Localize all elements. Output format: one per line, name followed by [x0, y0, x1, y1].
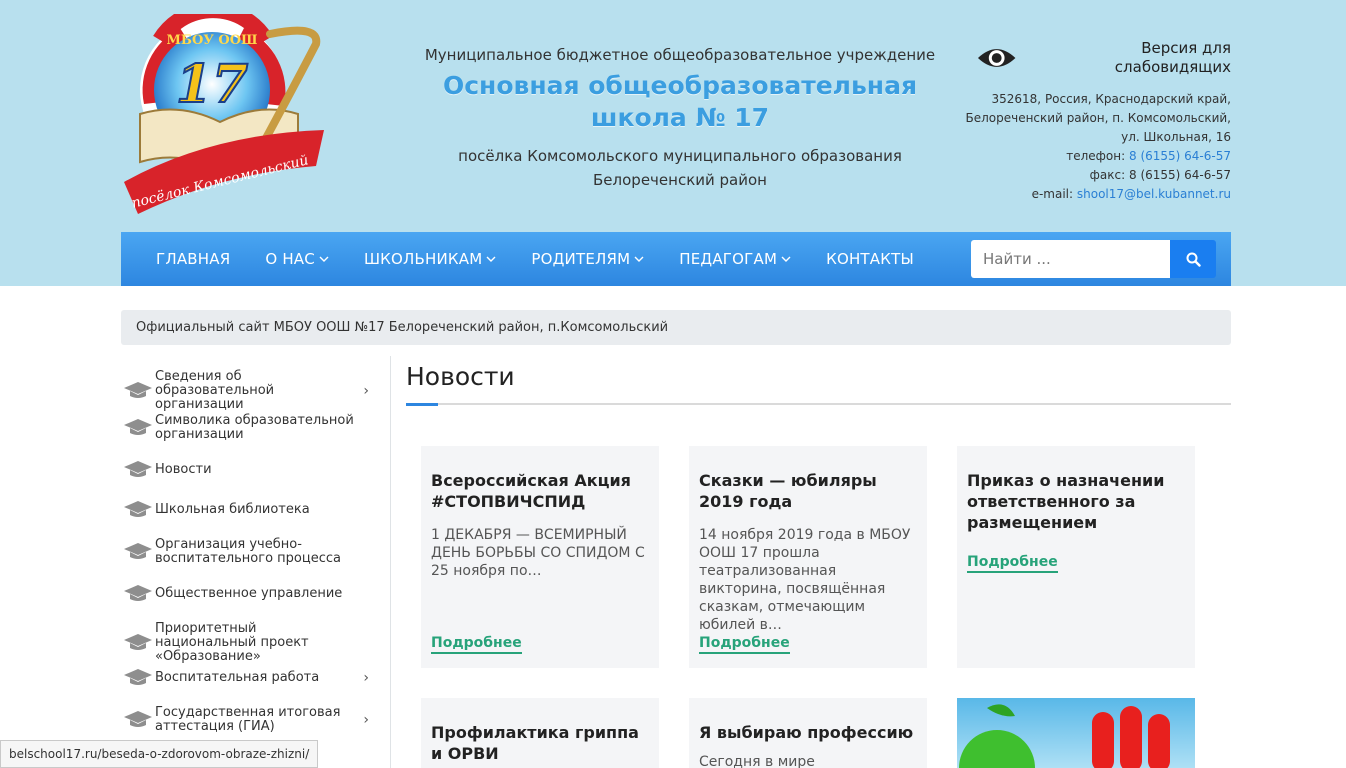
- nav-item-contacts[interactable]: КОНТАКТЫ: [826, 250, 914, 268]
- news-card: Профилактика гриппа и ОРВИ: [421, 698, 659, 768]
- phone-label: телефон:: [1066, 149, 1126, 163]
- news-card-title[interactable]: Приказ о назначении ответственного за ра…: [967, 470, 1185, 533]
- nav-item-about[interactable]: О НАС: [265, 250, 329, 268]
- news-card-excerpt: 1 ДЕКАБРЯ — ВСЕМИРНЫЙ ДЕНЬ БОРЬБЫ СО СПИ…: [431, 527, 645, 579]
- chevron-right-icon: ›: [363, 712, 369, 728]
- nav-label: РОДИТЕЛЯМ: [531, 250, 631, 268]
- search-box: [971, 240, 1216, 278]
- email-label: e-mail:: [1031, 187, 1074, 201]
- sidebar-item-label: Воспитательная работа: [155, 670, 320, 685]
- school-subtitle: посёлка Комсомольского муниципального об…: [458, 147, 902, 189]
- nav-label: ГЛАВНАЯ: [156, 250, 231, 268]
- sidebar-item-national-project[interactable]: Приоритетный национальный проект «Образо…: [121, 622, 383, 664]
- eye-icon: [977, 49, 1016, 67]
- news-card: Всероссийская Акция #СТОПВИЧСПИД 1 ДЕКАБ…: [421, 446, 659, 668]
- vision-label: Версия для слабовидящих: [1114, 39, 1231, 76]
- main-nav: ГЛАВНАЯ О НАС ШКОЛЬНИКАМ РОДИТЕЛЯМ ПЕДАГ…: [121, 232, 1231, 286]
- sidebar: Сведения об образовательной организации …: [121, 356, 391, 768]
- nav-label: КОНТАКТЫ: [826, 250, 914, 268]
- news-card: Сказки — юбиляры 2019 года 14 ноября 201…: [689, 446, 927, 668]
- phone-line: телефон: 8 (6155) 64-6-57: [960, 147, 1231, 166]
- sidebar-item-upbringing[interactable]: Воспитательная работа ›: [121, 668, 383, 688]
- sidebar-item-news[interactable]: Новости: [121, 460, 383, 480]
- header-center: Муниципальное бюджетное общеобразователь…: [400, 44, 960, 192]
- sidebar-item-gia[interactable]: Государственная итоговая аттестация (ГИА…: [121, 706, 383, 734]
- nav-item-parents[interactable]: РОДИТЕЛЯМ: [531, 250, 644, 268]
- school-title: Основная общеобразовательная школа № 17: [442, 71, 917, 132]
- sidebar-item-symbols[interactable]: Символика образовательной организации: [121, 414, 383, 442]
- svg-text:17: 17: [176, 54, 248, 115]
- graduation-cap-icon: [121, 418, 155, 438]
- news-card-excerpt: Сегодня в мире насчитывается: [699, 754, 815, 768]
- news-card-excerpt: 14 ноября 2019 года в МБОУ ООШ 17 прошла…: [699, 527, 911, 633]
- sidebar-item-edu-process[interactable]: Организация учебно-воспитательного проце…: [121, 538, 383, 566]
- sidebar-item-label: Символика образовательной организации: [155, 413, 354, 442]
- news-card: Приказ о назначении ответственного за ра…: [957, 446, 1195, 668]
- phone-link[interactable]: 8 (6155) 64-6-57: [1129, 149, 1231, 163]
- address-line: Белореченский район, п. Комсомольский,: [965, 111, 1231, 125]
- sidebar-item-label: Общественное управление: [155, 586, 343, 601]
- sidebar-item-public-governance[interactable]: Общественное управление: [121, 584, 383, 604]
- nav-item-home[interactable]: ГЛАВНАЯ: [156, 250, 230, 268]
- sidebar-item-label: Государственная итоговая аттестация (ГИА…: [155, 705, 341, 734]
- news-card-title[interactable]: Всероссийская Акция #СТОПВИЧСПИД: [431, 470, 649, 512]
- sidebar-item-label: Приоритетный национальный проект «Образо…: [155, 621, 309, 664]
- chevron-down-icon: [319, 256, 329, 262]
- section-divider-accent: [406, 403, 438, 406]
- contact-block: Версия для слабовидящих 352618, Россия, …: [960, 39, 1232, 204]
- graduation-cap-icon: [121, 584, 155, 604]
- fax-line: факс: 8 (6155) 64-6-57: [1089, 168, 1231, 182]
- sidebar-item-label: Сведения об образовательной организации: [155, 369, 275, 412]
- nav-item-teachers[interactable]: ПЕДАГОГАМ: [679, 250, 791, 268]
- search-input[interactable]: [971, 240, 1170, 278]
- email-link[interactable]: shool17@bel.kubannet.ru: [1077, 187, 1231, 201]
- read-more-link[interactable]: Подробнее: [431, 635, 522, 654]
- chevron-right-icon: ›: [363, 383, 369, 399]
- graduation-cap-icon: [121, 542, 155, 562]
- section-title: Новости: [406, 362, 515, 391]
- vision-impaired-link[interactable]: Версия для слабовидящих: [976, 39, 1231, 76]
- graduation-cap-icon: [121, 460, 155, 480]
- sidebar-item-library[interactable]: Школьная библиотека: [121, 500, 383, 520]
- search-button[interactable]: [1170, 240, 1216, 278]
- address-line: 352618, Россия, Краснодарский край,: [991, 92, 1232, 106]
- graduation-cap-icon: [121, 710, 155, 730]
- nav-label: ШКОЛЬНИКАМ: [363, 250, 483, 268]
- status-bar-url: belschool17.ru/beseda-o-zdorovom-obraze-…: [0, 740, 319, 768]
- news-card-image[interactable]: [957, 698, 1195, 768]
- chevron-down-icon: [634, 256, 644, 262]
- nav-label: О НАС: [265, 250, 315, 268]
- read-more-link[interactable]: Подробнее: [699, 635, 790, 654]
- news-card-title[interactable]: Профилактика гриппа и ОРВИ: [431, 722, 649, 764]
- graduation-cap-icon: [121, 633, 155, 653]
- news-card-title[interactable]: Я выбираю профессию: [699, 722, 917, 743]
- nav-label: ПЕДАГОГАМ: [679, 250, 778, 268]
- read-more-link[interactable]: Подробнее: [967, 554, 1058, 573]
- institution-type: Муниципальное бюджетное общеобразователь…: [424, 46, 936, 64]
- news-card: Я выбираю профессию Сегодня в мире насчи…: [689, 698, 927, 768]
- svg-text:МБОУ ООШ: МБОУ ООШ: [166, 33, 257, 48]
- sidebar-item-org-info[interactable]: Сведения об образовательной организации …: [121, 370, 383, 412]
- health-illustration: [959, 704, 1170, 768]
- graduation-cap-icon: [121, 668, 155, 688]
- chevron-down-icon: [781, 256, 791, 262]
- graduation-cap-icon: [121, 381, 155, 401]
- chevron-right-icon: ›: [363, 670, 369, 686]
- nav-item-students[interactable]: ШКОЛЬНИКАМ: [364, 250, 496, 268]
- news-card-title[interactable]: Сказки — юбиляры 2019 года: [699, 470, 917, 512]
- address-line: ул. Школьная, 16: [1121, 130, 1231, 144]
- breadcrumb: Официальный сайт МБОУ ООШ №17 Белореченс…: [121, 310, 1231, 345]
- school-logo[interactable]: МБОУ ООШ 17 посёлок Комсомольский: [120, 14, 330, 218]
- graduation-cap-icon: [121, 500, 155, 520]
- search-icon: [1186, 252, 1201, 267]
- chevron-down-icon: [486, 256, 496, 262]
- section-divider: [406, 403, 1231, 405]
- sidebar-item-label: Школьная библиотека: [155, 502, 310, 517]
- sidebar-item-label: Организация учебно-воспитательного проце…: [155, 537, 341, 566]
- sidebar-item-label: Новости: [155, 462, 212, 477]
- email-line: e-mail: shool17@bel.kubannet.ru: [960, 185, 1231, 204]
